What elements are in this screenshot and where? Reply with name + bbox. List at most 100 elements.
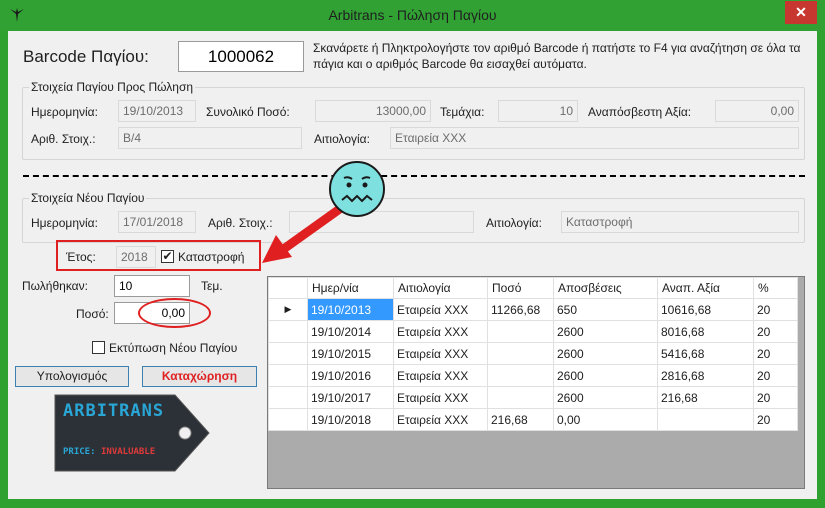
undepreciated-value-field[interactable]: 0,00	[715, 100, 799, 122]
form-body: Barcode Παγίου: 1000062 Σκανάρετε ή Πληκ…	[8, 31, 817, 499]
new-date-field[interactable]: 17/01/2018	[118, 211, 196, 233]
table-cell[interactable]: Εταιρεία XXX	[393, 342, 488, 365]
row-header	[268, 386, 308, 409]
barcode-label: Barcode Παγίου:	[23, 47, 149, 66]
table-cell[interactable]: 8016,68	[657, 320, 754, 343]
table-row[interactable]: 19/10/2016 Εταιρεία XXX 2600 2816,68 20	[268, 364, 798, 387]
total-amount-label: Συνολικό Ποσό:	[206, 105, 290, 119]
table-cell[interactable]: 19/10/2016	[307, 364, 394, 387]
amount-highlight-ellipse	[138, 298, 211, 328]
table-cell[interactable]: 20	[753, 342, 798, 365]
new-date-label: Ημερομηνία:	[31, 216, 98, 230]
barcode-input[interactable]: 1000062	[178, 41, 304, 72]
amount-label: Ποσό:	[76, 307, 109, 321]
item-number-label: Αριθ. Στοιχ.:	[31, 132, 96, 146]
grid-header-row: Ημερ/νία Αιτιολογία Ποσό Αποσβέσεις Αναπ…	[268, 277, 798, 299]
pieces-label: Τεμάχια:	[440, 105, 485, 119]
calculate-button[interactable]: Υπολογισμός	[15, 366, 129, 387]
table-cell[interactable]: 20	[753, 386, 798, 409]
table-cell[interactable]: 2600	[553, 386, 658, 409]
column-header[interactable]: Αιτιολογία	[393, 277, 488, 299]
app-window: Arbitrans - Πώληση Παγίου ✕ Barcode Παγί…	[0, 0, 825, 508]
sale-date-label: Ημερομηνία:	[31, 105, 98, 119]
table-cell[interactable]: Εταιρεία XXX	[393, 408, 488, 431]
table-cell[interactable]: 20	[753, 320, 798, 343]
table-cell[interactable]	[487, 320, 554, 343]
table-cell[interactable]: 216,68	[487, 408, 554, 431]
column-header[interactable]: Ποσό	[487, 277, 554, 299]
table-cell[interactable]: 20	[753, 298, 798, 321]
sold-quantity-input[interactable]: 10	[114, 275, 190, 297]
reason-field[interactable]: Εταιρεία XXX	[390, 127, 799, 149]
group-title: Στοιχεία Παγίου Προς Πώληση	[29, 80, 196, 94]
logo-brand-text: ARBITRANS	[63, 401, 165, 421]
table-cell[interactable]: Εταιρεία XXX	[393, 298, 488, 321]
title-bar[interactable]: Arbitrans - Πώληση Παγίου ✕	[0, 0, 825, 31]
table-cell[interactable]: Εταιρεία XXX	[393, 364, 488, 387]
sold-label: Πωλήθηκαν:	[22, 279, 88, 293]
table-cell[interactable]: 216,68	[657, 386, 754, 409]
destruction-checkbox-label[interactable]: Καταστροφή	[178, 250, 244, 264]
current-row-marker: ▶	[268, 298, 308, 321]
print-new-asset-label[interactable]: Εκτύπωση Νέου Παγίου	[109, 341, 237, 355]
column-header[interactable]: Αναπ. Αξία	[657, 277, 754, 299]
row-header-corner	[268, 277, 308, 299]
table-cell[interactable]: 19/10/2018	[307, 408, 394, 431]
table-cell[interactable]: 2600	[553, 342, 658, 365]
group-title: Στοιχεία Νέου Παγίου	[29, 191, 147, 205]
new-reason-field[interactable]: Καταστροφή	[561, 211, 799, 233]
row-header	[268, 364, 308, 387]
column-header[interactable]: Αποσβέσεις	[553, 277, 658, 299]
worried-smiley-icon	[329, 161, 385, 217]
table-cell[interactable]: 11266,68	[487, 298, 554, 321]
table-row[interactable]: 19/10/2014 Εταιρεία XXX 2600 8016,68 20	[268, 320, 798, 343]
pieces-field[interactable]: 10	[498, 100, 578, 122]
year-field[interactable]: 2018	[116, 246, 156, 268]
table-row[interactable]: ▶ 19/10/2013 Εταιρεία XXX 11266,68 650 1…	[268, 298, 798, 321]
table-cell[interactable]: 19/10/2015	[307, 342, 394, 365]
table-cell[interactable]	[487, 364, 554, 387]
print-new-asset-checkbox[interactable]	[92, 341, 105, 354]
depreciation-grid[interactable]: Ημερ/νία Αιτιολογία Ποσό Αποσβέσεις Αναπ…	[267, 276, 805, 489]
table-cell[interactable]: 19/10/2013	[307, 298, 394, 321]
row-header	[268, 408, 308, 431]
separator-line	[23, 175, 805, 177]
close-button[interactable]: ✕	[785, 1, 817, 24]
sale-asset-group: Στοιχεία Παγίου Προς Πώληση	[22, 80, 805, 160]
item-number-field[interactable]: B/4	[118, 127, 302, 149]
table-cell[interactable]: 650	[553, 298, 658, 321]
table-cell[interactable]: 20	[753, 408, 798, 431]
destruction-checkbox[interactable]: ✔	[161, 250, 174, 263]
reason-label: Αιτιολογία:	[314, 132, 370, 146]
table-cell[interactable]	[657, 408, 754, 431]
table-row[interactable]: 19/10/2018 Εταιρεία XXX 216,68 0,00 20	[268, 408, 798, 431]
barcode-help-text: Σκανάρετε ή Πληκτρολογήστε τον αριθμό Ba…	[313, 41, 801, 71]
logo-price-label: PRICE:	[63, 447, 96, 457]
table-cell[interactable]	[487, 342, 554, 365]
column-header[interactable]: %	[753, 277, 798, 299]
table-cell[interactable]	[487, 386, 554, 409]
table-cell[interactable]: 5416,68	[657, 342, 754, 365]
row-header	[268, 342, 308, 365]
table-cell[interactable]: 2816,68	[657, 364, 754, 387]
table-cell[interactable]: 19/10/2014	[307, 320, 394, 343]
table-cell[interactable]: 20	[753, 364, 798, 387]
logo-price-value: INVALUABLE	[101, 447, 156, 457]
table-cell[interactable]: Εταιρεία XXX	[393, 386, 488, 409]
table-cell[interactable]: 19/10/2017	[307, 386, 394, 409]
new-reason-label: Αιτιολογία:	[486, 216, 542, 230]
table-cell[interactable]: 0,00	[553, 408, 658, 431]
table-row[interactable]: 19/10/2015 Εταιρεία XXX 2600 5416,68 20	[268, 342, 798, 365]
arbitrans-logo: ARBITRANS PRICE: INVALUABLE	[53, 393, 211, 473]
table-cell[interactable]: 2600	[553, 364, 658, 387]
register-button[interactable]: Καταχώρηση	[142, 366, 257, 387]
sale-date-field[interactable]: 19/10/2013	[118, 100, 196, 122]
table-cell[interactable]: Εταιρεία XXX	[393, 320, 488, 343]
year-label: Έτος:	[66, 250, 96, 264]
column-header[interactable]: Ημερ/νία	[307, 277, 394, 299]
table-cell[interactable]: 10616,68	[657, 298, 754, 321]
table-cell[interactable]: 2600	[553, 320, 658, 343]
table-row[interactable]: 19/10/2017 Εταιρεία XXX 2600 216,68 20	[268, 386, 798, 409]
total-amount-field[interactable]: 13000,00	[315, 100, 431, 122]
row-header	[268, 320, 308, 343]
